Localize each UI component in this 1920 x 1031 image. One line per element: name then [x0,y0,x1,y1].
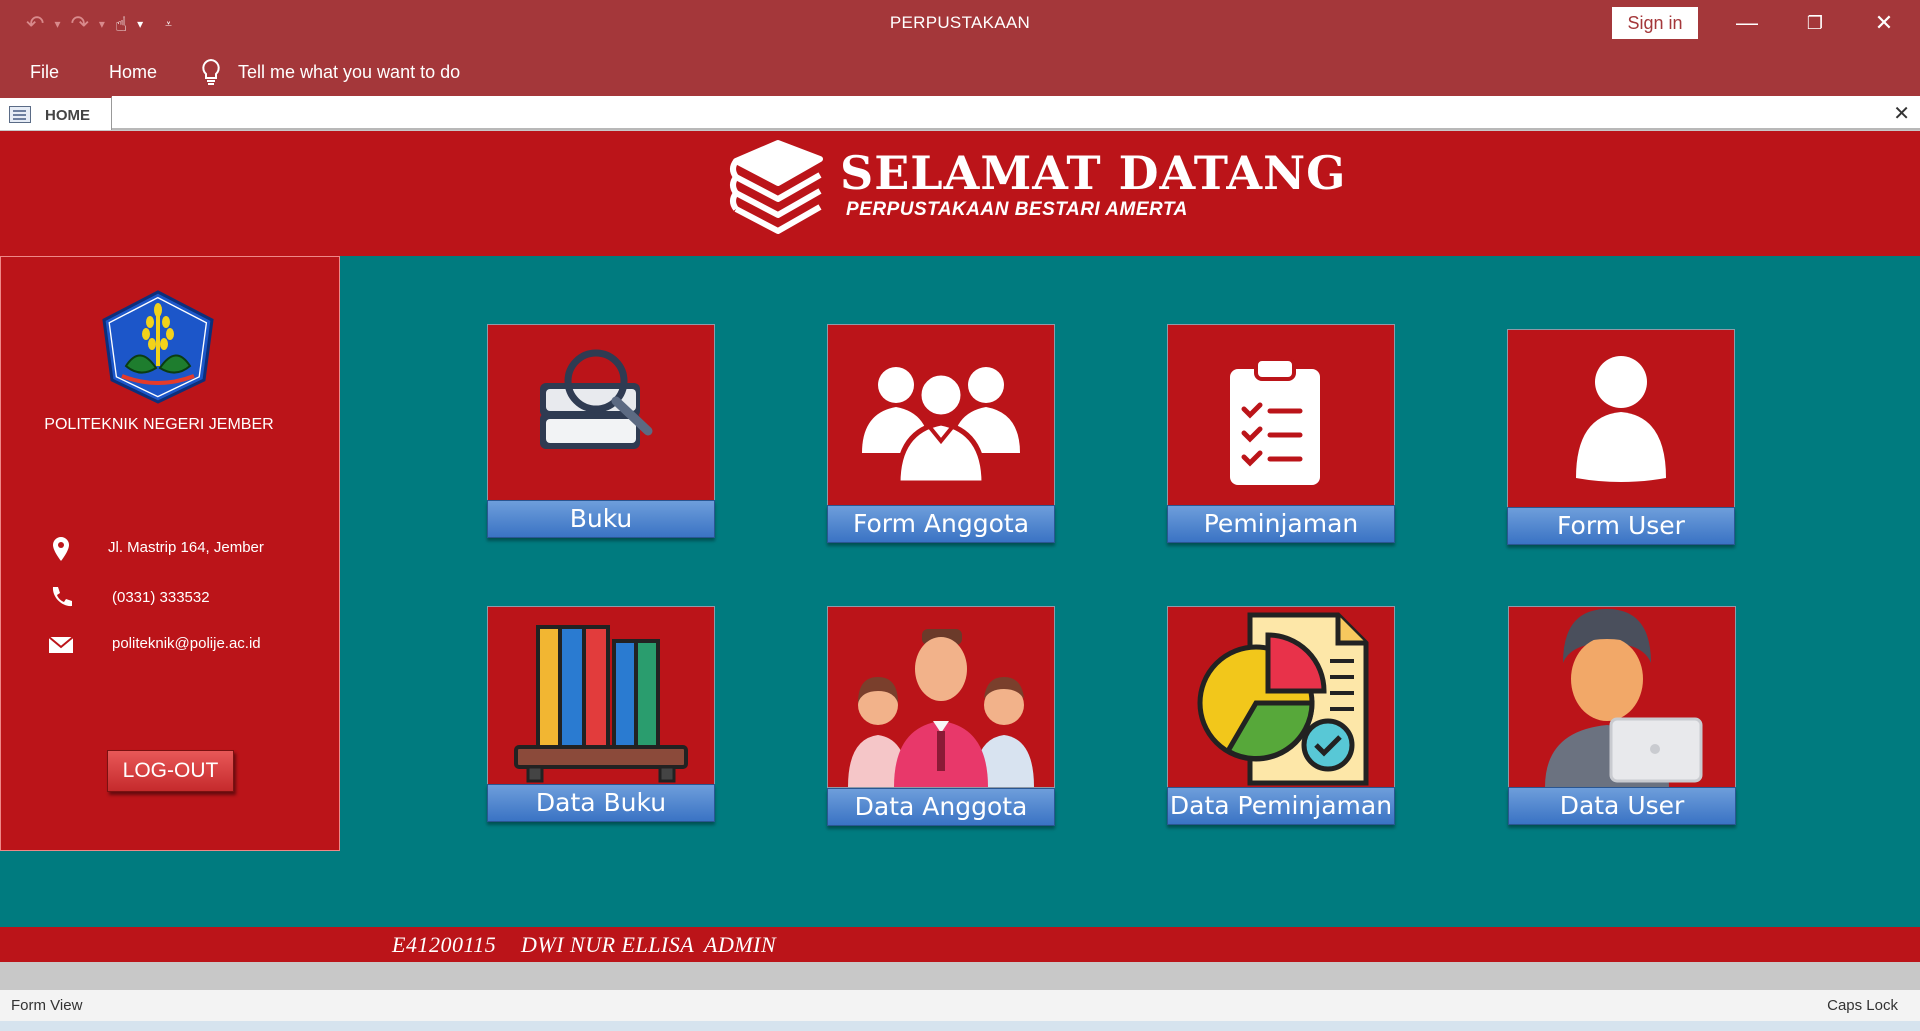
data-peminjaman-button[interactable]: Data Peminjaman [1167,787,1395,825]
welcome-title: SELAMAT DATANG [840,146,1347,200]
user-laptop-icon [1545,609,1703,787]
phone-icon [52,587,72,607]
ribbon: File Home Tell me what you want to do [0,47,1920,96]
tab-file[interactable]: File [30,62,59,83]
user-id: E41200115 [392,932,497,957]
document-tab-bar: HOME ✕ [0,96,1920,130]
location-pin-icon [53,537,69,561]
restore-icon[interactable]: ❐ [1791,6,1839,40]
mail-icon [48,636,74,653]
form-anggota-button[interactable]: Form Anggota [827,505,1055,543]
taskbar-strip [0,1021,1920,1031]
clipboard-checklist-icon [1230,357,1320,485]
user-icon [1576,356,1666,482]
data-anggota-button[interactable]: Data Anggota [827,788,1055,826]
user-name: DWI NUR ELLISA [521,932,695,957]
caps-lock-status: Caps Lock [1827,997,1898,1014]
tab-home-form[interactable]: HOME [0,96,112,130]
report-chart-icon [1197,612,1369,786]
form-user-button[interactable]: Form User [1507,507,1735,545]
data-anggota-tile[interactable] [827,606,1055,788]
close-window-icon[interactable]: ✕ [1860,6,1908,40]
bookshelf-icon [514,625,688,783]
library-subtitle: PERPUSTAKAAN BESTARI AMERTA [846,199,1188,220]
members-group-icon [848,629,1034,787]
buku-tile[interactable] [487,324,715,506]
data-buku-button[interactable]: Data Buku [487,784,715,822]
data-buku-tile[interactable] [487,606,715,788]
buku-button[interactable]: Buku [487,500,715,538]
view-status: Form View [11,997,83,1014]
tab-label: HOME [45,107,90,124]
title-bar: ↶ ▾ ↷ ▾ ☝ ▾ ⩡ PERPUSTAKAAN Sign in — ❐ ✕ [0,0,1920,47]
status-bar: Form View Caps Lock [0,990,1920,1021]
form-header: SELAMAT DATANG PERPUSTAKAAN BESTARI AMER… [0,131,1920,256]
tell-me-search[interactable]: Tell me what you want to do [238,62,460,83]
data-peminjaman-tile[interactable] [1167,606,1395,788]
logout-button[interactable]: LOG-OUT [107,750,234,792]
group-users-icon [862,367,1020,486]
address-text: Jl. Mastrip 164, Jember [108,539,264,556]
user-info-bar: E41200115 DWI NUR ELLISA ADMIN [0,927,1920,962]
form-icon [9,106,31,123]
email-text: politeknik@polije.ac.id [112,635,261,652]
home-form: SELAMAT DATANG PERPUSTAKAAN BESTARI AMER… [0,131,1920,962]
sign-in-button[interactable]: Sign in [1612,7,1698,39]
peminjaman-tile[interactable] [1167,324,1395,506]
polije-emblem-icon [102,290,214,404]
books-stack-icon [730,140,823,234]
minimize-icon[interactable]: — [1723,6,1771,40]
lightbulb-icon [202,58,220,85]
form-anggota-tile[interactable] [827,324,1055,506]
data-user-button[interactable]: Data User [1508,787,1736,825]
phone-text: (0331) 333532 [112,589,210,606]
book-search-icon [540,349,653,449]
close-form-icon[interactable]: ✕ [1893,101,1910,126]
tab-home[interactable]: Home [109,62,157,83]
school-name: POLITEKNIK NEGERI JEMBER [44,416,274,433]
sidebar-panel: POLITEKNIK NEGERI JEMBER Jl. Mastrip 164… [0,256,340,851]
form-user-tile[interactable] [1507,329,1735,511]
data-user-tile[interactable] [1508,606,1736,788]
user-role: ADMIN [704,932,777,957]
peminjaman-button[interactable]: Peminjaman [1167,505,1395,543]
